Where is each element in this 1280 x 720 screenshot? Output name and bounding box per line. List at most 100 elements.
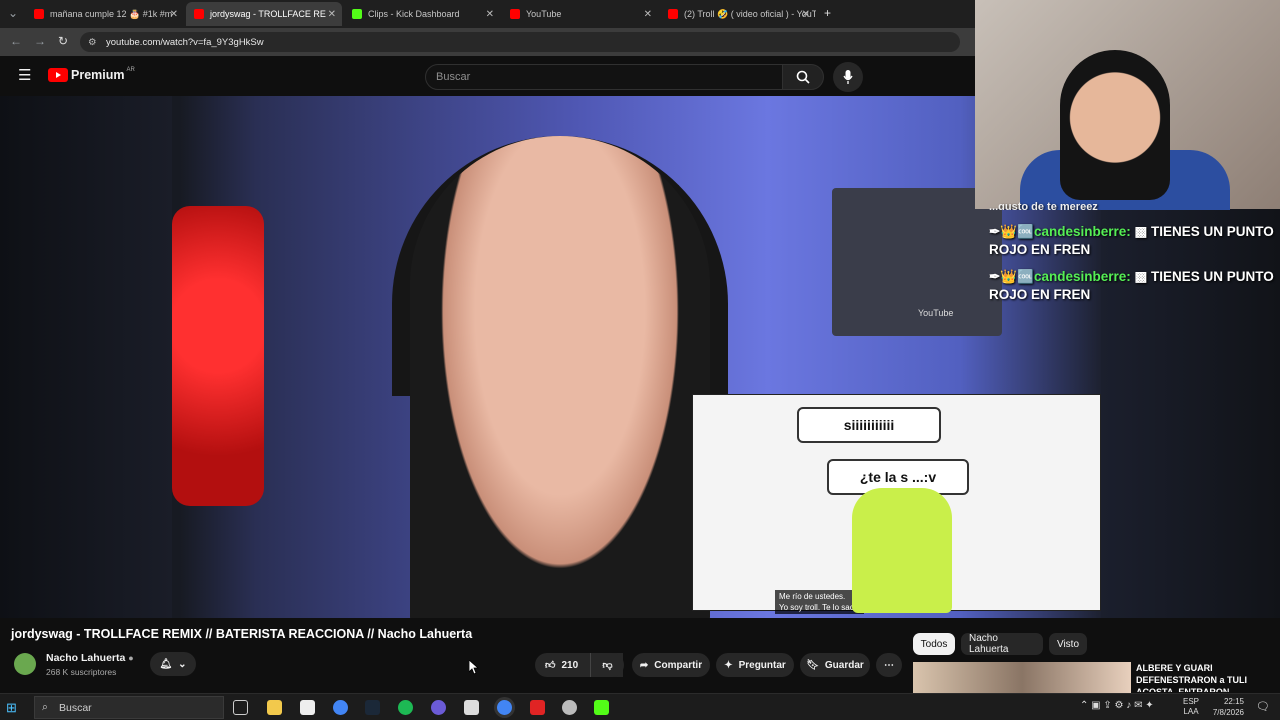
webcam-face xyxy=(1060,50,1170,200)
tab-search-icon[interactable]: ⌄ xyxy=(8,6,18,20)
browser-tab-bar: ⌄ mañana cumple 12 🎂 #1k #m ✕ jordyswag … xyxy=(0,0,975,28)
chat-message: ✒👑🆒candesinberre: ▩ TIENES UN PUNTO ROJO… xyxy=(989,223,1279,259)
channel-avatar[interactable] xyxy=(14,653,36,675)
app-icon[interactable] xyxy=(300,700,315,715)
close-icon[interactable]: ✕ xyxy=(486,9,494,20)
taskbar-search[interactable]: ⌕ Buscar xyxy=(34,696,224,719)
notifications-icon[interactable]: 🗨︎ xyxy=(1256,700,1270,713)
chat-overlay: ...gusto de te mereez ✒👑🆒candesinberre: … xyxy=(984,200,1280,318)
tab-label: jordyswag - TROLLFACE RE xyxy=(210,9,326,19)
bell-icon: 🔔︎ xyxy=(159,658,173,670)
menu-icon[interactable]: ☰ xyxy=(18,66,31,84)
url-input[interactable]: ⚙ youtube.com/watch?v=fa_9Y3gHkSw xyxy=(80,32,960,52)
like-count: 210 xyxy=(561,659,579,671)
tab-4[interactable]: (2) Troll 🤣 ( video oficial ) - YouT ✕ xyxy=(660,2,816,26)
video-youtube-plaque: YouTube xyxy=(832,188,1002,336)
chip-channel[interactable]: Nacho Lahuerta xyxy=(961,633,1043,655)
back-icon[interactable]: ← xyxy=(10,34,22,48)
youtube-logo[interactable]: Premium AR xyxy=(48,67,135,82)
lang-code: ESP xyxy=(1183,697,1200,706)
chat-message-partial: ...gusto de te mereez xyxy=(989,201,1098,210)
bookmark-icon: 🔖︎ xyxy=(806,659,819,671)
save-button[interactable]: 🔖︎ Guardar xyxy=(800,653,870,677)
chip-watched[interactable]: Visto xyxy=(1049,633,1087,655)
tray-icons[interactable]: ⌃ ▣ ⇪ ⚙ ♪ ✉ ✦ xyxy=(1080,700,1154,711)
task-view-icon[interactable] xyxy=(233,700,248,715)
thumbs-up-icon: 👍︎ xyxy=(545,660,556,671)
tab-label: mañana cumple 12 🎂 #1k #m xyxy=(50,8,173,19)
more-actions-button[interactable]: ⋯ xyxy=(876,653,902,677)
chrome-icon[interactable] xyxy=(333,700,348,715)
url-text: youtube.com/watch?v=fa_9Y3gHkSw xyxy=(106,36,264,48)
search-icon xyxy=(796,70,810,84)
youtube-icon xyxy=(194,9,204,19)
country-badge: AR xyxy=(126,67,135,73)
tab-label: YouTube xyxy=(526,9,562,19)
search-input[interactable]: Buscar xyxy=(425,64,783,90)
save-label: Guardar xyxy=(824,659,864,671)
share-button[interactable]: ➦ Compartir xyxy=(632,653,710,677)
meme-person xyxy=(852,488,952,613)
close-icon[interactable]: ✕ xyxy=(802,9,810,20)
new-tab-button[interactable]: + xyxy=(824,6,831,20)
close-icon[interactable]: ✕ xyxy=(170,9,178,20)
chevron-down-icon: ⌄ xyxy=(178,658,187,670)
related-title[interactable]: ALBERE Y GUARI DEFENESTRARON a TULI ACOS… xyxy=(1136,662,1276,692)
related-thumbnail[interactable] xyxy=(913,662,1131,694)
voice-search-button[interactable] xyxy=(833,62,863,92)
reload-icon[interactable]: ↻ xyxy=(58,34,68,48)
chat-username: candesinberre: xyxy=(1033,224,1131,239)
close-icon[interactable]: ✕ xyxy=(644,9,652,20)
verified-icon: ● xyxy=(128,653,134,663)
youtube-header: ☰ Premium AR Buscar xyxy=(0,56,975,96)
app-icon[interactable] xyxy=(464,700,479,715)
dislike-button[interactable]: 👎︎ xyxy=(590,653,624,677)
notifications-button[interactable]: 🔔︎ ⌄ xyxy=(150,652,196,676)
channel-name[interactable]: Nacho Lahuerta ● xyxy=(46,652,134,664)
tab-3[interactable]: YouTube ✕ xyxy=(502,2,658,26)
clock[interactable]: 22:15 7/8/2026 xyxy=(1213,696,1244,718)
channel-name-text: Nacho Lahuerta xyxy=(46,652,126,664)
forward-icon[interactable]: → xyxy=(34,34,46,48)
spotify-icon[interactable] xyxy=(398,700,413,715)
logo-text: Premium xyxy=(71,68,125,82)
emote-icon: ▩ xyxy=(1134,224,1148,239)
language-indicator[interactable]: ESP LAA xyxy=(1183,697,1199,717)
video-letterbox-left xyxy=(0,96,172,618)
mouse-cursor-icon xyxy=(469,660,479,675)
thumbs-down-icon: 👎︎ xyxy=(602,660,613,671)
obs-icon[interactable] xyxy=(562,700,577,715)
app-icon[interactable] xyxy=(431,700,446,715)
taskbar: ⊞ ⌕ Buscar ⌃ ▣ ⇪ ⚙ ♪ ✉ ✦ ESP LAA 22:15 7… xyxy=(0,693,1280,720)
youtube-icon xyxy=(34,9,44,19)
tab-label: (2) Troll 🤣 ( video oficial ) - YouT xyxy=(684,8,816,19)
file-explorer-icon[interactable] xyxy=(267,700,282,715)
steam-icon[interactable] xyxy=(365,700,380,715)
tab-1[interactable]: jordyswag - TROLLFACE RE ✕ xyxy=(186,2,342,26)
share-label: Compartir xyxy=(654,659,703,671)
kick-icon[interactable] xyxy=(594,700,609,715)
search-icon: ⌕ xyxy=(42,701,48,713)
youtube-icon xyxy=(668,9,678,19)
mic-icon xyxy=(843,70,853,84)
app-icon[interactable] xyxy=(530,700,545,715)
youtube-play-icon xyxy=(48,68,68,82)
clock-date: 7/8/2026 xyxy=(1212,708,1244,717)
badge-icon: ✒👑🆒 xyxy=(989,224,1034,239)
tab-0[interactable]: mañana cumple 12 🎂 #1k #m ✕ xyxy=(26,2,184,26)
sparkle-icon: ✦ xyxy=(724,659,733,671)
chip-todos[interactable]: Todos xyxy=(913,633,955,655)
chrome-active-icon[interactable] xyxy=(497,700,512,715)
close-icon[interactable]: ✕ xyxy=(328,9,336,20)
share-icon: ➦ xyxy=(639,659,649,671)
chat-message: ✒👑🆒candesinberre: ▩ TIENES UN PUNTO ROJO… xyxy=(989,268,1279,304)
windows-start-icon[interactable]: ⊞ xyxy=(6,700,17,716)
tab-2[interactable]: Clips - Kick Dashboard ✕ xyxy=(344,2,500,26)
ask-button[interactable]: ✦ Preguntar xyxy=(716,653,794,677)
search-button[interactable] xyxy=(782,64,824,90)
tab-label: Clips - Kick Dashboard xyxy=(368,9,460,19)
meme-bubble: siiiiiiiiiii xyxy=(797,407,941,443)
badge-icon: ✒👑🆒 xyxy=(989,269,1034,284)
site-info-icon[interactable]: ⚙ xyxy=(88,37,97,48)
youtube-icon xyxy=(510,9,520,19)
